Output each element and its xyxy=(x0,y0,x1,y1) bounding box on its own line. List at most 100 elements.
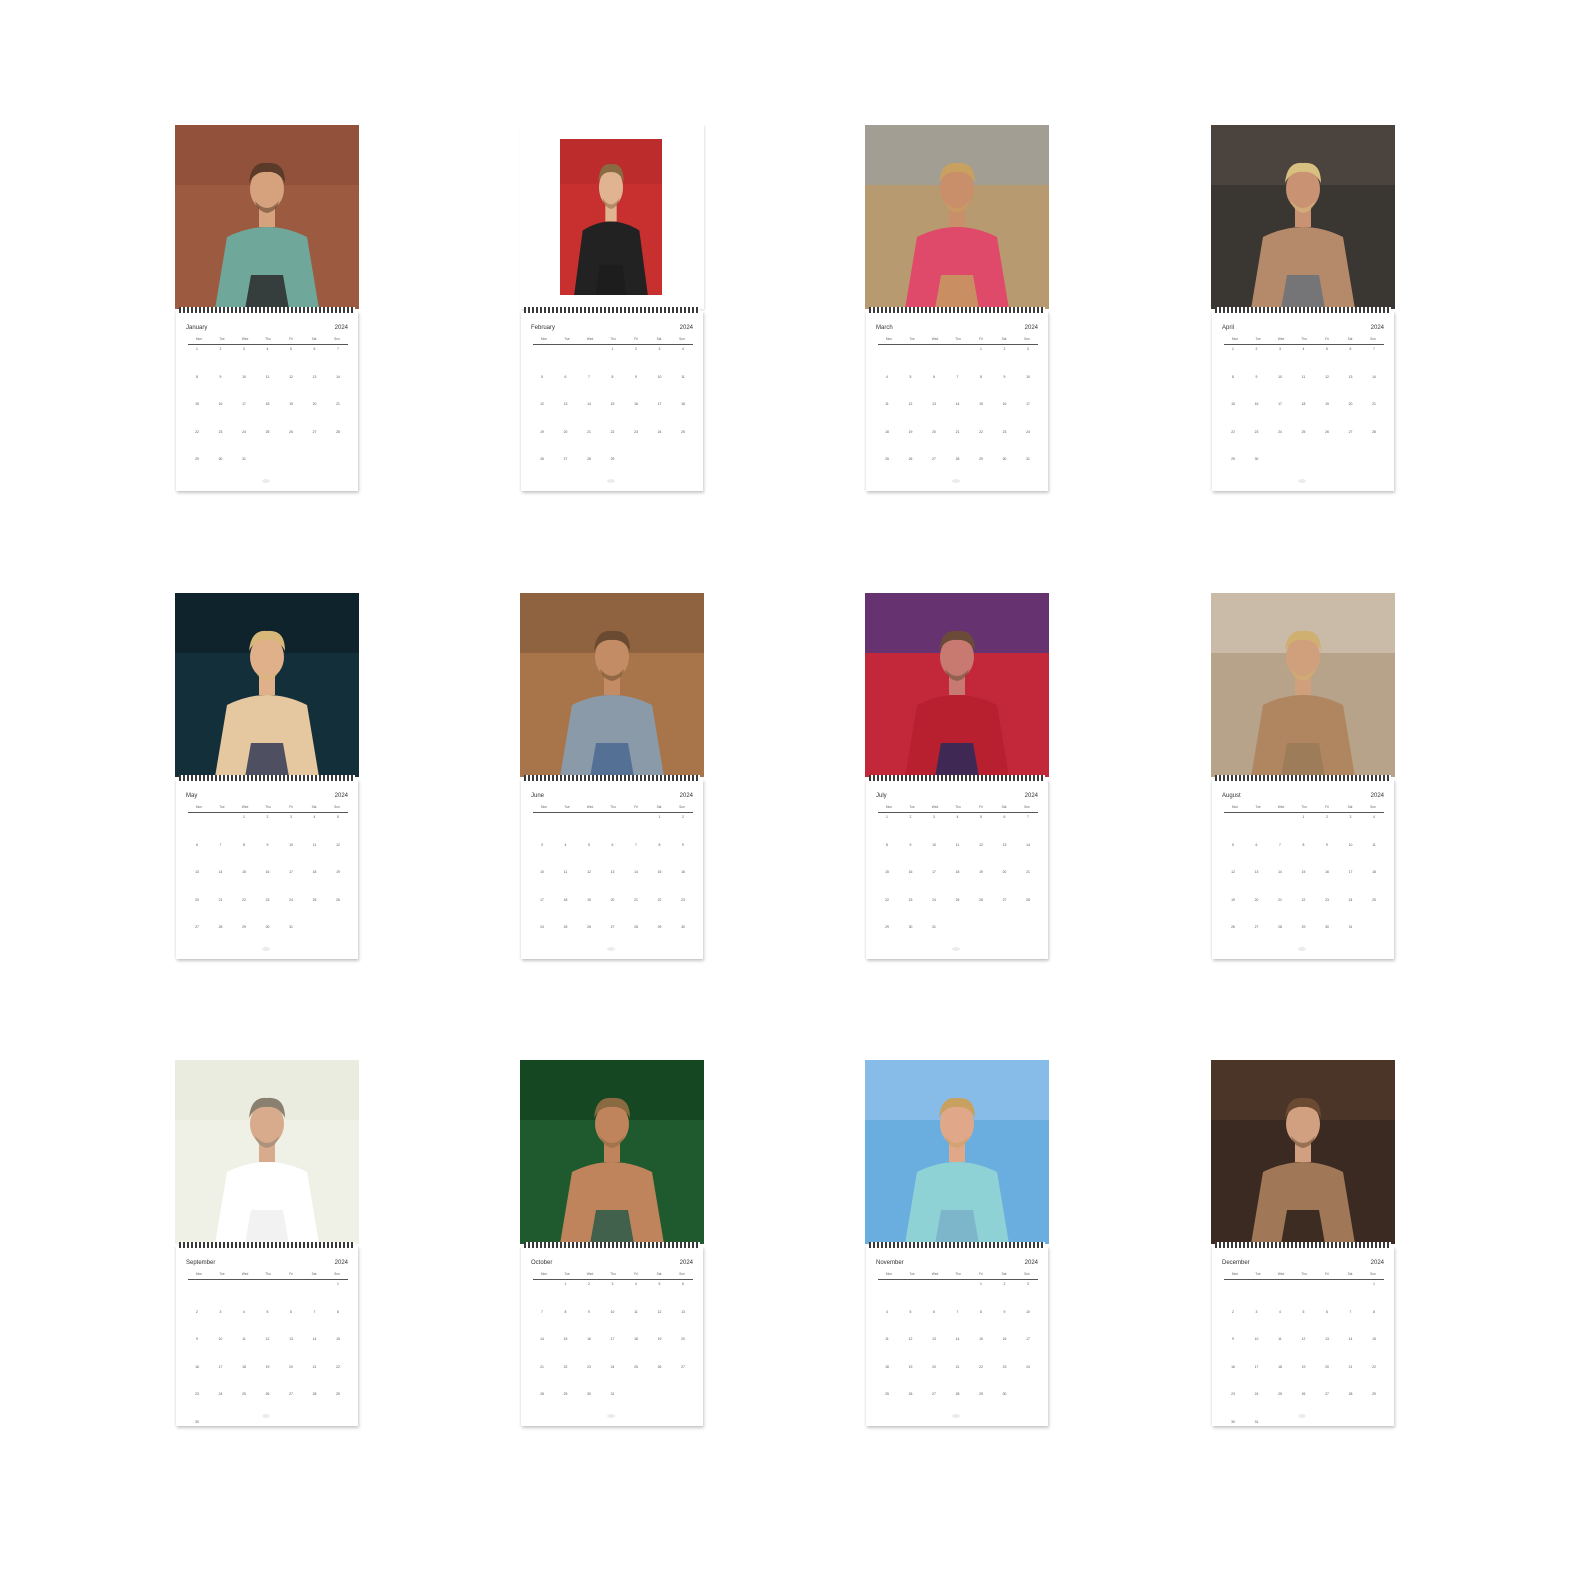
day-number: 29 xyxy=(336,1392,340,1396)
weekday-label: Sun xyxy=(334,337,340,341)
weekday-label: Tue xyxy=(564,805,570,809)
day-number: 3 xyxy=(1255,1309,1258,1314)
month-name: January xyxy=(186,325,208,331)
day-number: 16 xyxy=(1325,870,1329,874)
day-number: 7 xyxy=(1279,842,1281,847)
weekday-label: Sun xyxy=(334,1272,340,1276)
header-rule xyxy=(188,1279,348,1280)
weekday-label: Tue xyxy=(1255,805,1261,809)
weekday-header: Mon Tue Wed Thu Fri Sat Sun xyxy=(190,1272,346,1278)
day-number: 26 xyxy=(657,1364,662,1369)
month-sheet: June 2024 Mon Tue Wed Thu Fri Sat Sun 1 2 3 4 5 6 7 8 9 10… xyxy=(521,779,703,959)
weekday-label: Thu xyxy=(265,1272,271,1276)
day-number: 6 xyxy=(1326,1309,1328,1314)
weekday-label: Tue xyxy=(1255,1272,1261,1276)
footer-mark xyxy=(952,1414,960,1418)
day-number: 31 xyxy=(932,925,936,929)
month-sheet: March 2024 Mon Tue Wed Thu Fri Sat Sun 1 2 3 4 5 6 7 8 9 1… xyxy=(866,311,1048,491)
day-number: 13 xyxy=(932,1337,936,1341)
month-photo xyxy=(520,125,704,309)
day-number: 7 xyxy=(1027,815,1029,819)
day-number: 19 xyxy=(979,870,983,874)
day-number: 25 xyxy=(1278,1392,1282,1396)
month-photo xyxy=(865,593,1049,777)
day-number: 11 xyxy=(1301,374,1306,379)
header-rule xyxy=(1224,344,1384,345)
weekday-label: Sat xyxy=(1347,337,1353,341)
calendar-page-february: February 2024 Mon Tue Wed Thu Fri Sat Sun 1 2 3 4 5 6 7… xyxy=(520,125,704,493)
day-number: 28 xyxy=(1348,1392,1353,1396)
day-number: 7 xyxy=(588,374,590,379)
day-number: 22 xyxy=(1372,1364,1376,1369)
day-number: 24 xyxy=(932,897,936,902)
weekday-label: Mon xyxy=(195,337,203,341)
weekday-label: Fri xyxy=(1325,337,1329,341)
day-number: 19 xyxy=(908,429,913,434)
day-number: 4 xyxy=(682,347,684,351)
month-sheet: October 2024 Mon Tue Wed Thu Fri Sat Sun 1 2 3 4 5 6 7 8… xyxy=(521,1246,703,1426)
day-number: 17 xyxy=(657,402,662,406)
header-rule xyxy=(533,344,693,345)
day-number: 4 xyxy=(635,1282,637,1286)
day-number: 9 xyxy=(682,842,684,847)
day-number: 5 xyxy=(909,374,912,379)
day-number: 21 xyxy=(587,429,591,434)
day-number: 1 xyxy=(886,815,888,819)
spiral-binding xyxy=(179,1242,355,1248)
day-number: 13 xyxy=(1002,842,1007,847)
day-number: 30 xyxy=(1254,457,1259,461)
day-number: 28 xyxy=(540,1392,544,1396)
weekday-label: Sat xyxy=(311,805,317,809)
day-number: 24 xyxy=(1278,429,1282,434)
day-number: 6 xyxy=(1255,842,1258,847)
footer-mark xyxy=(1298,1414,1306,1418)
day-number: 16 xyxy=(218,402,223,406)
spiral-binding xyxy=(524,1242,700,1248)
day-number: 28 xyxy=(955,457,960,461)
weekday-header: Mon Tue Wed Thu Fri Sat Sun xyxy=(880,337,1036,343)
day-number: 19 xyxy=(265,1364,270,1369)
day-number: 23 xyxy=(681,897,685,902)
day-number: 30 xyxy=(1002,1392,1007,1396)
spiral-binding xyxy=(179,307,355,313)
weekday-label: Sun xyxy=(679,1272,685,1276)
weekday-header: Mon Tue Wed Thu Fri Sat Sun xyxy=(535,805,691,811)
day-number: 18 xyxy=(312,870,317,874)
weekday-label: Wed xyxy=(931,1272,939,1276)
day-grid: 1 2 3 4 5 6 7 8 9 10 11 12 13 14 15 16 17 18 19 20 21 22 23 24 2… xyxy=(878,347,1038,477)
day-grid: 1 2 3 4 5 6 7 8 9 10 11 12 13 14 15 16 17 18 19 20 21 22 23 24 2… xyxy=(878,815,1038,945)
day-number: 28 xyxy=(312,1392,317,1396)
day-number: 14 xyxy=(218,870,223,874)
day-number: 10 xyxy=(1348,842,1353,847)
day-number: 22 xyxy=(885,897,889,902)
day-number: 6 xyxy=(1003,815,1006,819)
day-number: 26 xyxy=(1231,925,1235,929)
day-number: 15 xyxy=(242,870,246,874)
day-number: 11 xyxy=(242,1337,246,1341)
month-photo xyxy=(175,593,359,777)
day-number: 25 xyxy=(885,1392,889,1396)
day-number: 30 xyxy=(681,925,685,929)
weekday-label: Sun xyxy=(1024,337,1030,341)
calendar-page-september: September 2024 Mon Tue Wed Thu Fri Sat Sun 1 2 3 4 5 6… xyxy=(175,1060,359,1428)
weekday-label: Tue xyxy=(909,337,915,341)
day-number: 13 xyxy=(681,1309,685,1314)
day-number: 1 xyxy=(564,1282,567,1286)
day-number: 31 xyxy=(1348,925,1353,929)
year-label: 2024 xyxy=(334,1260,348,1266)
day-number: 8 xyxy=(886,842,888,847)
day-number: 7 xyxy=(635,842,637,847)
day-number: 22 xyxy=(336,1364,340,1369)
day-number: 20 xyxy=(289,1364,293,1369)
weekday-label: Fri xyxy=(289,1272,293,1276)
day-number: 11 xyxy=(1372,842,1376,847)
header-rule xyxy=(878,344,1038,345)
month-sheet: November 2024 Mon Tue Wed Thu Fri Sat Sun 1 2 3 4 5 6 7… xyxy=(866,1246,1048,1426)
weekday-label: Thu xyxy=(610,337,616,341)
weekday-label: Mon xyxy=(1231,1272,1239,1276)
day-number: 28 xyxy=(336,429,340,434)
day-number: 18 xyxy=(1301,402,1306,406)
day-number: 18 xyxy=(885,1364,889,1369)
day-number: 1 xyxy=(980,347,982,351)
day-number: 16 xyxy=(1254,402,1259,406)
